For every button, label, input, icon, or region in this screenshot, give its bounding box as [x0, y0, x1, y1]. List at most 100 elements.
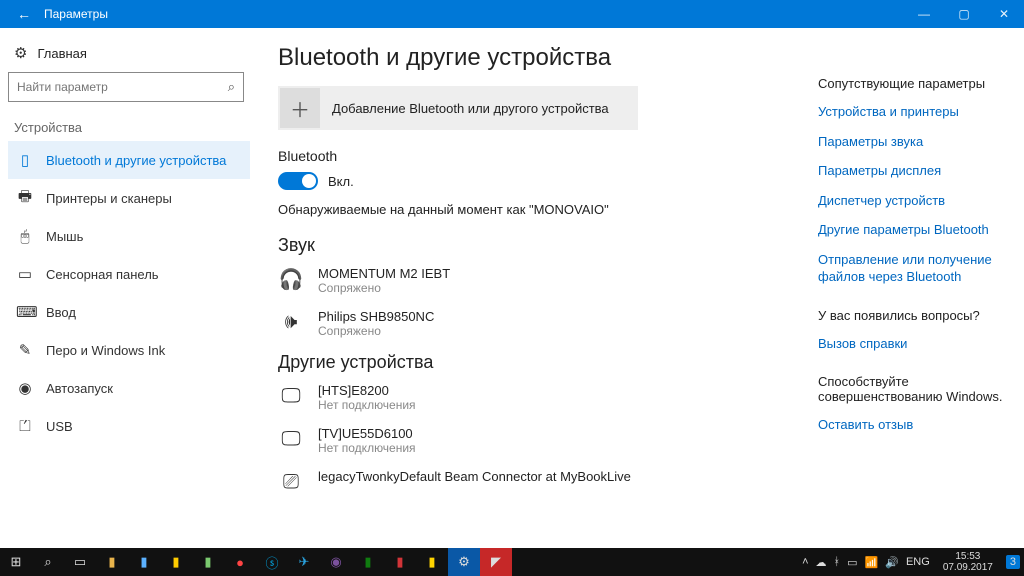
- sidebar-item-label: Автозапуск: [46, 381, 113, 396]
- tray-volume-icon[interactable]: 🔊: [885, 556, 899, 569]
- link-feedback[interactable]: Оставить отзыв: [818, 416, 1010, 434]
- speaker-icon: 🕪: [278, 309, 304, 335]
- sidebar-item-autoplay[interactable]: ◉ Автозапуск: [8, 369, 250, 407]
- tray-cloud-icon[interactable]: ☁: [816, 556, 827, 569]
- link-bt-file-transfer[interactable]: Отправление или получение файлов через B…: [818, 251, 1010, 286]
- printer-icon: 🖶: [16, 186, 34, 211]
- taskbar-app[interactable]: ▮: [384, 548, 416, 576]
- bluetooth-toggle[interactable]: [278, 172, 318, 190]
- link-more-bluetooth[interactable]: Другие параметры Bluetooth: [818, 221, 1010, 239]
- taskbar-app[interactable]: ✈: [288, 548, 320, 576]
- taskbar-app[interactable]: ⓢ: [256, 548, 288, 576]
- home-label: Главная: [37, 46, 86, 61]
- tray-battery-icon[interactable]: ▭: [847, 556, 857, 569]
- sidebar-item-touchpad[interactable]: ▭ Сенсорная панель: [8, 255, 250, 293]
- headset-icon: 🎧: [278, 266, 304, 292]
- window-title: Параметры: [38, 7, 108, 21]
- device-name: [TV]UE55D6100: [318, 426, 416, 441]
- monitor-icon: 🖵: [278, 426, 304, 452]
- device-name: MOMENTUM M2 IEBT: [318, 266, 450, 281]
- plus-icon: ＋: [280, 88, 320, 128]
- device-name: [HTS]E8200: [318, 383, 416, 398]
- taskbar-app[interactable]: ▮: [160, 548, 192, 576]
- improve-heading: Способствуйте совершенствованию Windows.: [818, 374, 1010, 404]
- tray-clock[interactable]: 15:53 07.09.2017: [937, 551, 999, 573]
- taskbar: ⊞ ⌕ ▭ ▮ ▮ ▮ ▮ ● ⓢ ✈ ◉ ▮ ▮ ▮ ⚙ ◤ ˄ ☁ ᚼ ▭ …: [0, 548, 1024, 576]
- sidebar-item-bluetooth[interactable]: ▯ Bluetooth и другие устройства: [8, 141, 250, 179]
- taskbar-app[interactable]: ▮: [416, 548, 448, 576]
- device-name: legacyTwonkyDefault Beam Connector at My…: [318, 469, 631, 484]
- taskbar-app[interactable]: ◤: [480, 548, 512, 576]
- add-device-button[interactable]: ＋ Добавление Bluetooth или другого устро…: [278, 86, 638, 130]
- main-content: Bluetooth и другие устройства ＋ Добавлен…: [258, 28, 814, 548]
- keyboard-icon: ⌨: [16, 303, 34, 321]
- link-display-settings[interactable]: Параметры дисплея: [818, 162, 1010, 180]
- page-title: Bluetooth и другие устройства: [278, 44, 802, 72]
- toggle-label: Вкл.: [328, 174, 354, 189]
- gear-icon: ⚙: [14, 44, 27, 62]
- discoverable-text: Обнаруживаемые на данный момент как "MON…: [278, 202, 802, 217]
- section-other: Другие устройства: [278, 352, 802, 373]
- sidebar-item-label: Bluetooth и другие устройства: [46, 153, 226, 168]
- right-panel: Сопутствующие параметры Устройства и при…: [814, 28, 1024, 548]
- notification-center[interactable]: 3: [1006, 555, 1020, 569]
- link-devices-printers[interactable]: Устройства и принтеры: [818, 103, 1010, 121]
- autoplay-icon: ◉: [16, 379, 34, 397]
- help-heading: У вас появились вопросы?: [818, 308, 1010, 323]
- maximize-button[interactable]: ▢: [944, 7, 984, 21]
- search-input[interactable]: ⌕: [8, 72, 244, 102]
- back-button[interactable]: ←: [10, 6, 38, 22]
- clock-time: 15:53: [943, 551, 993, 562]
- taskbar-app[interactable]: ◉: [320, 548, 352, 576]
- section-audio: Звук: [278, 235, 802, 256]
- clock-date: 07.09.2017: [943, 562, 993, 573]
- search-button[interactable]: ⌕: [32, 548, 64, 576]
- sidebar-item-label: USB: [46, 419, 73, 434]
- device-item[interactable]: 🖵 [TV]UE55D6100 Нет подключения: [278, 426, 802, 455]
- device-item[interactable]: 🖵 [HTS]E8200 Нет подключения: [278, 383, 802, 412]
- taskbar-app[interactable]: ▮: [352, 548, 384, 576]
- sidebar-item-label: Принтеры и сканеры: [46, 191, 172, 206]
- taskbar-app-settings[interactable]: ⚙: [448, 548, 480, 576]
- tray-chevron-icon[interactable]: ˄: [802, 556, 808, 568]
- device-item[interactable]: ⎚ legacyTwonkyDefault Beam Connector at …: [278, 469, 802, 495]
- tray-wifi-icon[interactable]: 📶: [865, 556, 879, 569]
- nav-category: Устройства: [8, 116, 250, 141]
- sidebar-item-typing[interactable]: ⌨ Ввод: [8, 293, 250, 331]
- start-button[interactable]: ⊞: [0, 548, 32, 576]
- link-device-manager[interactable]: Диспетчер устройств: [818, 192, 1010, 210]
- sidebar-item-mouse[interactable]: 🖱 Мышь: [8, 217, 250, 255]
- device-name: Philips SHB9850NC: [318, 309, 434, 324]
- search-field[interactable]: [17, 80, 228, 94]
- device-status: Сопряжено: [318, 281, 450, 295]
- link-get-help[interactable]: Вызов справки: [818, 335, 1010, 353]
- bluetooth-icon: ▯: [16, 151, 34, 169]
- monitor-icon: 🖵: [278, 383, 304, 409]
- taskbar-app[interactable]: ●: [224, 548, 256, 576]
- sidebar-item-label: Перо и Windows Ink: [46, 343, 165, 358]
- tray-language[interactable]: ENG: [906, 556, 930, 568]
- mouse-icon: 🖱: [16, 228, 34, 245]
- close-button[interactable]: ✕: [984, 7, 1024, 21]
- taskbar-app[interactable]: ▮: [192, 548, 224, 576]
- sidebar-item-printers[interactable]: 🖶 Принтеры и сканеры: [8, 179, 250, 217]
- minimize-button[interactable]: —: [904, 7, 944, 21]
- link-sound-settings[interactable]: Параметры звука: [818, 133, 1010, 151]
- device-status: Нет подключения: [318, 441, 416, 455]
- device-item[interactable]: 🎧 MOMENTUM M2 IEBT Сопряжено: [278, 266, 802, 295]
- system-tray: ˄ ☁ ᚼ ▭ 📶 🔊 ENG 15:53 07.09.2017 3: [802, 551, 1024, 573]
- taskbar-app[interactable]: ▮: [128, 548, 160, 576]
- taskview-button[interactable]: ▭: [64, 548, 96, 576]
- sidebar-item-pen[interactable]: ✎ Перо и Windows Ink: [8, 331, 250, 369]
- home-button[interactable]: ⚙ Главная: [8, 38, 250, 72]
- device-status: Сопряжено: [318, 324, 434, 338]
- sidebar: ⚙ Главная ⌕ Устройства ▯ Bluetooth и дру…: [0, 28, 258, 548]
- tray-bluetooth-icon[interactable]: ᚼ: [834, 556, 841, 568]
- touchpad-icon: ▭: [16, 265, 34, 283]
- device-item[interactable]: 🕪 Philips SHB9850NC Сопряжено: [278, 309, 802, 338]
- add-device-label: Добавление Bluetooth или другого устройс…: [322, 101, 609, 116]
- taskbar-app[interactable]: ▮: [96, 548, 128, 576]
- sidebar-item-usb[interactable]: ⏍ USB: [8, 407, 250, 445]
- device-status: Нет подключения: [318, 398, 416, 412]
- sidebar-item-label: Ввод: [46, 305, 76, 320]
